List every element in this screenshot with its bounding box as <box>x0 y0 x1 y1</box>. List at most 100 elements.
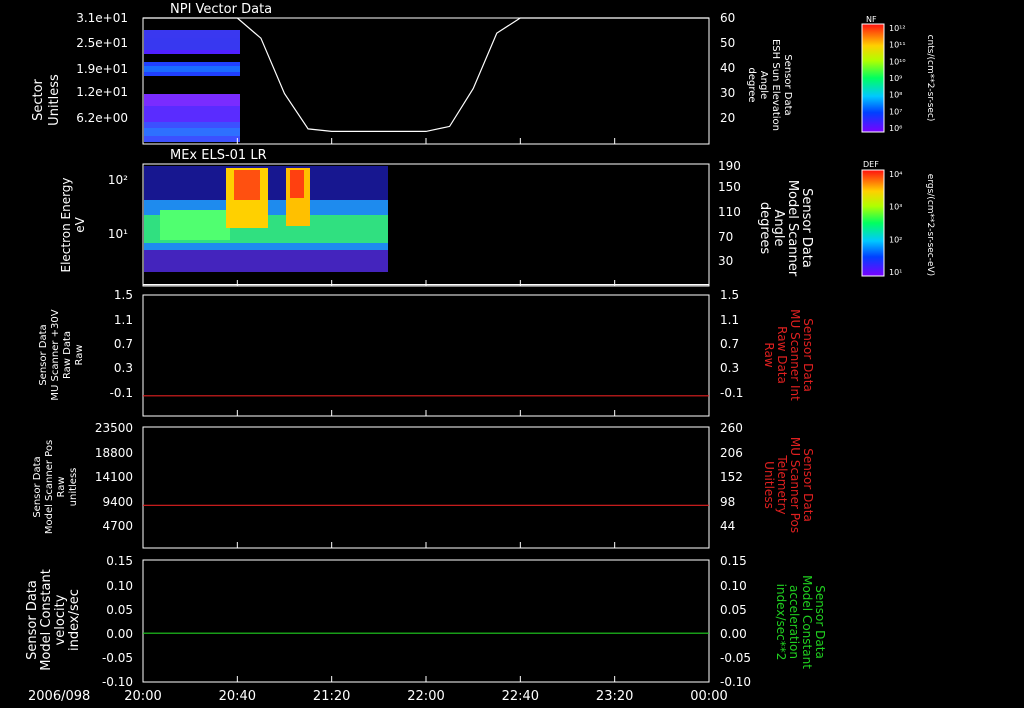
x-tick-label: 22:00 <box>407 689 444 704</box>
p5-rtick: 0.15 <box>720 554 747 568</box>
p1-rtick: 40 <box>720 61 735 75</box>
p5-rtick: 0.05 <box>720 603 747 617</box>
colorbar-tick-label: 10⁶ <box>889 124 902 133</box>
p3-rlabel-line4: Raw <box>762 342 776 367</box>
x-tick-label: 21:20 <box>313 689 350 704</box>
p3-rlabel-line1: Sensor Data <box>801 318 815 392</box>
p1-rtick: 60 <box>720 11 735 25</box>
p3-ylabel-line3: Raw Data <box>62 331 73 379</box>
p2-rlabel-line3: Angle <box>771 210 786 247</box>
p5-rtick: 0.00 <box>720 627 747 641</box>
p5-ylabel-line1: Sensor Data <box>25 580 40 660</box>
x-tick-label: 22:40 <box>502 689 539 704</box>
p5-rtick: -0.10 <box>720 675 751 689</box>
p3-ytick: 0.3 <box>114 361 133 375</box>
p5-ytick: -0.05 <box>102 651 133 665</box>
p5-ytick: 0.05 <box>106 603 133 617</box>
colorbar-nf-label: NF <box>866 15 877 24</box>
p1-rtick: 50 <box>720 36 735 50</box>
p5-rlabel-line3: acceleration <box>787 585 801 659</box>
p5-rtick: -0.05 <box>720 651 751 665</box>
colorbar-def <box>861 169 885 277</box>
p4-rtick: 44 <box>720 519 735 533</box>
p1-rlabel-line4: degree <box>746 67 757 102</box>
p4-ylabel-line2: Model Scanner Pos <box>44 440 55 534</box>
p3-rtick: -0.1 <box>720 386 743 400</box>
p3-ytick: 0.7 <box>114 337 133 351</box>
p4-rtick: 260 <box>720 421 743 435</box>
colorbar-nf <box>861 23 885 133</box>
panel-2-title: MEx ELS-01 LR <box>170 148 267 163</box>
p1-rlabel-line3: Angle <box>758 71 769 99</box>
p4-ylabel-line3: Raw <box>56 476 67 497</box>
p4-rtick: 98 <box>720 495 735 509</box>
panel-2-heatmap <box>144 166 388 272</box>
p3-ytick: 1.5 <box>114 288 133 302</box>
colorbar-tick-label: 10³ <box>889 203 902 212</box>
p1-ytick: 2.5e+01 <box>76 36 128 50</box>
p5-ylabel-line2: Model Constant <box>39 569 54 671</box>
p4-ytick: 18800 <box>95 446 133 460</box>
date-label: 2006/098 <box>28 689 90 704</box>
p5-rtick: 0.10 <box>720 579 747 593</box>
colorbar-tick-label: 10¹ <box>889 268 902 277</box>
p4-ytick: 23500 <box>95 421 133 435</box>
p2-ylabel-line1: Electron Energy <box>59 177 73 272</box>
p4-ytick: 14100 <box>95 470 133 484</box>
colorbar-tick-label: 10⁷ <box>889 107 902 116</box>
p5-ylabel-line3: velocity <box>53 594 68 645</box>
p3-ylabel-line1: Sensor Data <box>38 324 49 385</box>
p4-ytick: 9400 <box>102 495 133 509</box>
p5-ytick: 0.00 <box>106 627 133 641</box>
p2-ylabel-line2: eV <box>73 216 87 232</box>
x-tick-label: 00:00 <box>690 689 727 704</box>
p2-rtick: 190 <box>718 159 741 173</box>
p3-ytick: 1.1 <box>114 313 133 327</box>
multi-panel-chart: NPI Vector Data MEx ELS-01 LR 3.1e+01 2.… <box>25 2 935 704</box>
panel-1-title: NPI Vector Data <box>170 2 272 17</box>
colorbar-def-unit: ergs/(cm**2-sr-sec-eV) <box>925 174 935 276</box>
colorbar-tick-label: 10⁴ <box>889 170 902 179</box>
p3-ylabel-line2: MU Scanner +30V <box>50 309 61 400</box>
p2-rtick: 110 <box>718 205 741 219</box>
p3-rtick: 0.3 <box>720 361 739 375</box>
p2-rtick: 30 <box>718 254 733 268</box>
p5-ytick: 0.15 <box>106 554 133 568</box>
p4-rlabel-line4: Unitless <box>762 461 776 509</box>
colorbar-tick-label: 10² <box>889 235 902 244</box>
p1-rtick: 20 <box>720 111 735 125</box>
p4-rlabel-line1: Sensor Data <box>801 448 815 522</box>
p3-ylabel-line4: Raw <box>74 344 85 365</box>
p5-rlabel-line2: Model Constant <box>800 575 814 669</box>
p1-rlabel-line2: ESH Sun Elevation <box>770 39 781 131</box>
p4-rtick: 206 <box>720 446 743 460</box>
colorbar-tick-label: 10¹¹ <box>889 41 906 50</box>
p1-rtick: 30 <box>720 86 735 100</box>
p2-ytick: 10² <box>108 173 128 187</box>
p5-rlabel-line1: Sensor Data <box>813 585 827 659</box>
p2-rlabel-line2: Model Scanner <box>785 180 800 277</box>
colorbar-def-label: DEF <box>863 160 879 169</box>
p3-rtick: 1.5 <box>720 288 739 302</box>
colorbar-tick-label: 10¹² <box>889 24 906 33</box>
p4-rlabel-line3: Telemetry <box>775 454 789 514</box>
p1-ytick: 1.2e+01 <box>76 85 128 99</box>
colorbar-nf-unit: cnts/(cm**2-sr-sec) <box>925 35 935 122</box>
p1-ytick: 6.2e+00 <box>76 111 128 125</box>
colorbar-tick-label: 10¹⁰ <box>889 57 906 66</box>
p2-rtick: 150 <box>718 180 741 194</box>
p3-rlabel-line2: MU Scanner Int <box>788 309 802 401</box>
p2-ytick: 10¹ <box>108 227 128 241</box>
p5-ytick: -0.10 <box>102 675 133 689</box>
p4-rlabel-line2: MU Scanner Pos <box>788 437 802 533</box>
p1-ytick: 3.1e+01 <box>76 11 128 25</box>
p2-rtick: 70 <box>718 230 733 244</box>
p5-rlabel-line4: index/sec**2 <box>774 584 788 661</box>
p4-ylabel-line1: Sensor Data <box>32 456 43 517</box>
panel-3-frame <box>142 294 710 417</box>
p4-rtick: 152 <box>720 470 743 484</box>
p3-rlabel-line3: Raw Data <box>775 326 789 384</box>
p4-ytick: 4700 <box>102 519 133 533</box>
p1-rlabel-line1: Sensor Data <box>782 54 793 115</box>
panel-1-heatmap <box>144 30 240 142</box>
